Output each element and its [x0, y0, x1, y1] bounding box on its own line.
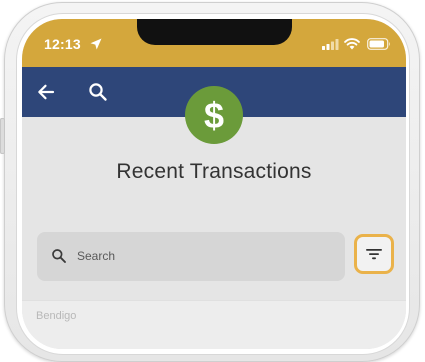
transactions-badge: $: [185, 86, 243, 144]
battery-icon: [367, 38, 390, 50]
status-time: 12:13: [44, 36, 81, 52]
back-button[interactable]: [32, 78, 60, 106]
search-icon: [52, 249, 66, 263]
app-screen: 12:13 $ Recent Transactions Search Bendi…: [22, 19, 406, 349]
filter-button[interactable]: [354, 234, 394, 274]
search-input[interactable]: [77, 244, 327, 268]
list-item-label: Bendigo: [36, 310, 77, 322]
header-search-button[interactable]: [84, 78, 112, 106]
camera-notch: [137, 19, 292, 45]
arrow-left-icon: [38, 84, 55, 100]
search-icon: [89, 83, 107, 101]
phone-side-button: [0, 118, 5, 154]
page-title: Recent Transactions: [116, 160, 312, 183]
wifi-icon: [344, 38, 360, 50]
location-arrow-icon: [90, 38, 102, 50]
signal-bars-icon: [322, 39, 339, 50]
filter-icon: [366, 249, 382, 260]
search-box[interactable]: [37, 232, 345, 281]
svg-text:$: $: [204, 95, 224, 135]
dollar-sign-icon: $: [204, 95, 224, 135]
status-bar: 12:13: [22, 19, 406, 67]
